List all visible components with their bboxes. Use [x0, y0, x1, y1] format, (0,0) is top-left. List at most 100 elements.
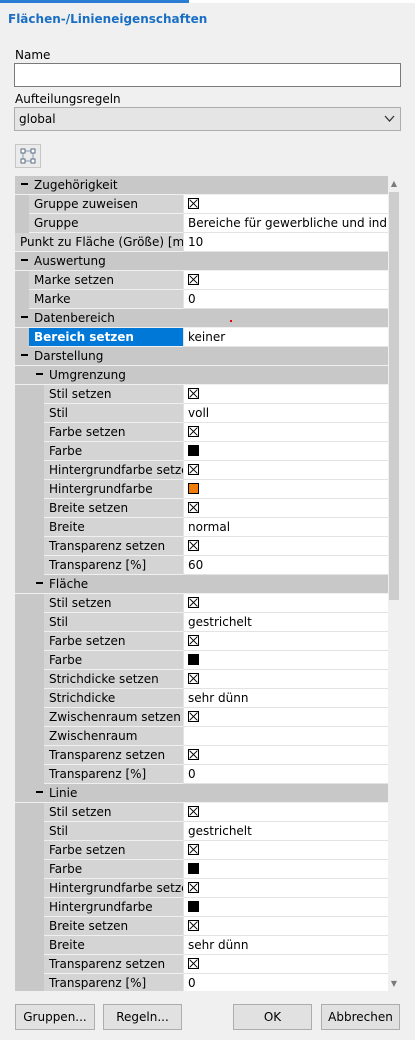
cancel-button[interactable]: Abbrechen — [321, 1004, 400, 1030]
collapse-minus-icon[interactable] — [36, 373, 43, 375]
grid-property-row[interactable]: Punkt zu Fläche (Größe) [m] 10 — [15, 233, 388, 252]
property-value-cell[interactable] — [183, 651, 388, 670]
property-value-cell[interactable]: keiner — [183, 328, 388, 347]
property-value-cell[interactable] — [183, 917, 388, 936]
checked-checkbox-icon[interactable] — [188, 844, 199, 855]
collapse-minus-icon[interactable] — [36, 791, 43, 793]
checked-checkbox-icon[interactable] — [188, 635, 199, 646]
property-value-cell[interactable]: 0 — [183, 974, 388, 991]
grid-property-row[interactable]: Gruppe Bereiche für gewerbliche und indus… — [15, 214, 388, 233]
shape-edit-button[interactable] — [15, 144, 41, 168]
grid-property-row[interactable]: Stil setzen — [15, 385, 388, 404]
grid-property-row[interactable]: Strichdicke sehr dünn — [15, 689, 388, 708]
property-value-cell[interactable]: sehr dünn — [183, 689, 388, 708]
property-grid-scrollbar[interactable]: ▲ ▼ — [388, 176, 400, 991]
name-input[interactable] — [14, 63, 401, 87]
property-grid[interactable]: Zugehörigkeit Gruppe zuweisen Gruppe Bereic… — [15, 176, 388, 991]
grid-property-row[interactable]: Transparenz [%] 0 — [15, 765, 388, 784]
property-value-cell[interactable] — [183, 803, 388, 822]
scrollbar-thumb[interactable] — [389, 192, 399, 600]
grid-property-row[interactable]: Gruppe zuweisen — [15, 195, 388, 214]
checked-checkbox-icon[interactable] — [188, 749, 199, 760]
grid-property-row[interactable]: Bereich setzen keiner — [15, 328, 388, 347]
grid-property-row[interactable]: Farbe — [15, 651, 388, 670]
property-value-cell[interactable] — [183, 879, 388, 898]
property-value-cell[interactable] — [183, 195, 388, 214]
grid-property-row[interactable]: Stil gestrichelt — [15, 613, 388, 632]
scroll-down-arrow-icon[interactable]: ▼ — [388, 976, 400, 991]
color-swatch[interactable] — [188, 901, 199, 912]
checked-checkbox-icon[interactable] — [188, 673, 199, 684]
collapse-minus-icon[interactable] — [21, 259, 28, 261]
property-value-cell[interactable]: normal — [183, 518, 388, 537]
groups-button[interactable]: Gruppen... — [15, 1004, 95, 1030]
property-value-cell[interactable] — [183, 708, 388, 727]
property-value-cell[interactable]: 10 — [183, 233, 388, 252]
collapse-minus-icon[interactable] — [36, 582, 43, 584]
grid-property-row[interactable]: Hintergrundfarbe setzen — [15, 461, 388, 480]
grid-category-row[interactable]: Darstellung — [15, 347, 388, 366]
rules-button[interactable]: Regeln... — [103, 1004, 182, 1030]
grid-property-row[interactable]: Marke 0 — [15, 290, 388, 309]
property-value-cell[interactable] — [183, 271, 388, 290]
grid-category-row[interactable]: Datenbereich — [15, 309, 388, 328]
color-swatch[interactable] — [188, 483, 199, 494]
checked-checkbox-icon[interactable] — [188, 464, 199, 475]
property-value-cell[interactable] — [183, 537, 388, 556]
grid-property-row[interactable]: Farbe — [15, 860, 388, 879]
grid-category-row[interactable]: Auswertung — [15, 252, 388, 271]
checked-checkbox-icon[interactable] — [188, 958, 199, 969]
grid-category-row[interactable]: Linie — [15, 784, 388, 803]
color-swatch[interactable] — [188, 654, 199, 665]
property-value-cell[interactable] — [183, 594, 388, 613]
grid-property-row[interactable]: Stil gestrichelt — [15, 822, 388, 841]
grid-property-row[interactable]: Transparenz [%] 0 — [15, 974, 388, 991]
grid-property-row[interactable]: Stil setzen — [15, 803, 388, 822]
property-value-cell[interactable] — [183, 385, 388, 404]
grid-property-row[interactable]: Breite setzen — [15, 499, 388, 518]
grid-category-row[interactable]: Zugehörigkeit — [15, 176, 388, 195]
property-value-cell[interactable] — [183, 442, 388, 461]
checked-checkbox-icon[interactable] — [188, 806, 199, 817]
checked-checkbox-icon[interactable] — [188, 711, 199, 722]
property-value-cell[interactable] — [183, 632, 388, 651]
rules-select[interactable]: global — [14, 107, 401, 131]
checked-checkbox-icon[interactable] — [188, 540, 199, 551]
property-value-cell[interactable] — [183, 499, 388, 518]
checked-checkbox-icon[interactable] — [188, 388, 199, 399]
grid-property-row[interactable]: Zwischenraum — [15, 727, 388, 746]
property-value-cell[interactable] — [183, 746, 388, 765]
collapse-minus-icon[interactable] — [21, 183, 28, 185]
grid-property-row[interactable]: Farbe setzen — [15, 841, 388, 860]
grid-property-row[interactable]: Transparenz setzen — [15, 537, 388, 556]
checked-checkbox-icon[interactable] — [188, 882, 199, 893]
checked-checkbox-icon[interactable] — [188, 502, 199, 513]
property-value-cell[interactable] — [183, 461, 388, 480]
grid-property-row[interactable]: Hintergrundfarbe — [15, 480, 388, 499]
property-value-cell[interactable]: 0 — [183, 765, 388, 784]
property-value-cell[interactable] — [183, 670, 388, 689]
grid-property-row[interactable]: Stil voll — [15, 404, 388, 423]
grid-property-row[interactable]: Transparenz [%] 60 — [15, 556, 388, 575]
property-value-cell[interactable] — [183, 480, 388, 499]
checked-checkbox-icon[interactable] — [188, 920, 199, 931]
grid-property-row[interactable]: Breite normal — [15, 518, 388, 537]
collapse-minus-icon[interactable] — [21, 316, 28, 318]
property-value-cell[interactable]: gestrichelt — [183, 613, 388, 632]
color-swatch[interactable] — [188, 445, 199, 456]
checked-checkbox-icon[interactable] — [188, 274, 199, 285]
checked-checkbox-icon[interactable] — [188, 426, 199, 437]
grid-property-row[interactable]: Farbe — [15, 442, 388, 461]
property-value-cell[interactable]: sehr dünn — [183, 936, 388, 955]
property-value-cell[interactable]: gestrichelt — [183, 822, 388, 841]
color-swatch[interactable] — [188, 863, 199, 874]
property-value-cell[interactable] — [183, 727, 388, 746]
property-value-cell[interactable] — [183, 841, 388, 860]
scroll-up-arrow-icon[interactable]: ▲ — [388, 176, 400, 191]
collapse-minus-icon[interactable] — [21, 354, 28, 356]
grid-property-row[interactable]: Farbe setzen — [15, 423, 388, 442]
checked-checkbox-icon[interactable] — [188, 198, 199, 209]
property-value-cell[interactable] — [183, 898, 388, 917]
property-value-cell[interactable] — [183, 423, 388, 442]
property-value-cell[interactable]: 60 — [183, 556, 388, 575]
